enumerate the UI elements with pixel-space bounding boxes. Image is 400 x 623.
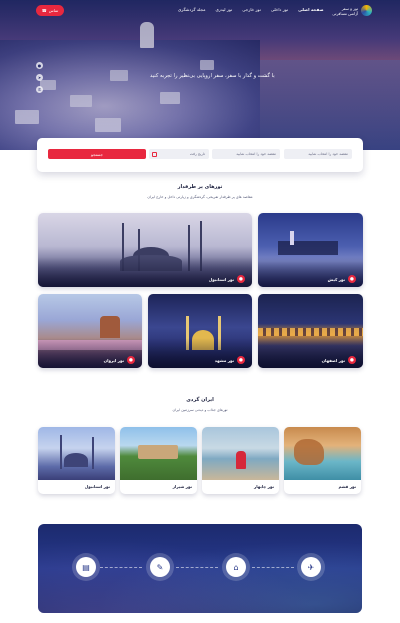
location-pin-icon: ● <box>348 275 356 283</box>
location-pin-icon: ● <box>127 356 135 364</box>
iran-card-chabahar[interactable]: تور چابهار <box>202 427 279 494</box>
tour-card-label: تور ایروان <box>103 358 124 363</box>
telegram-icon[interactable]: ➤ <box>36 74 43 81</box>
tour-card-yerevan[interactable]: تور ایروان ● <box>38 294 142 368</box>
origin-select[interactable]: مقصد خود را انتخاب نمایید <box>284 149 352 159</box>
iran-card-label: تور چابهار <box>253 484 274 489</box>
plane-icon: ✈ <box>301 557 321 577</box>
step-passport: ▤ <box>72 553 100 581</box>
location-pin-icon: ● <box>348 356 356 364</box>
phone-icon: ☎ <box>41 8 47 13</box>
nav-item-foreign[interactable]: تور خارجی <box>242 7 261 12</box>
call-button[interactable]: ☎ تماس <box>36 5 64 16</box>
logo-subtitle: آژانس مسافرتی <box>332 10 358 16</box>
popular-title: تورهای پر طرفدار <box>177 184 223 190</box>
logo-icon <box>361 5 372 16</box>
step-hotel: ⌂ <box>222 553 250 581</box>
iran-card-qeshm[interactable]: تور قشم <box>284 427 361 494</box>
tour-card-isfahan[interactable]: تور اصفهان ● <box>258 294 363 368</box>
hero-banner: ☎ تماس صفحه اصلی تور داخلی تور خارجی تور… <box>0 0 400 150</box>
hero-caption: با گشت و گذار با سفر، سفر اروپایی بی‌نظی… <box>150 73 275 79</box>
tour-card-label: تور کیش <box>327 277 345 282</box>
location-pin-icon: ● <box>237 275 245 283</box>
search-button[interactable]: جستجو <box>48 149 146 159</box>
ticket-icon: ✎ <box>150 557 170 577</box>
iran-card-label: تور شیراز <box>172 484 192 489</box>
tour-card-label: تور اصفهان <box>321 358 345 363</box>
date-field[interactable]: تاریخ رفت <box>149 149 209 159</box>
location-pin-icon: ● <box>237 356 245 364</box>
step-ticket: ✎ <box>146 553 174 581</box>
iran-card-label: تور قشم <box>338 484 356 489</box>
popular-subtitle: مقاصد های پر طرفدار تفریحی، گردشگری و زی… <box>147 195 253 199</box>
iran-card-label: تور استانبول <box>84 484 110 489</box>
iran-card-istanbul[interactable]: تور استانبول <box>38 427 115 494</box>
nav-item-magazine[interactable]: مجله گردشگری <box>178 7 206 12</box>
instagram-icon[interactable]: ● <box>36 62 43 69</box>
tour-card-label: تور مشهد <box>214 358 234 363</box>
call-button-label: تماس <box>48 8 59 13</box>
tour-card-mashhad[interactable]: تور مشهد ● <box>148 294 252 368</box>
tour-search-box: مقصد خود را انتخاب نمایید مقصد خود را ان… <box>37 138 363 172</box>
hotel-icon: ⌂ <box>226 557 246 577</box>
nav-item-domestic[interactable]: تور داخلی <box>271 7 288 12</box>
iran-subtitle: تورهای جذاب و دیدنی سرزمین ایران <box>172 408 228 412</box>
passport-icon: ▤ <box>76 557 96 577</box>
nav-item-leader[interactable]: تور لیدری <box>216 7 233 12</box>
top-navbar: ☎ تماس صفحه اصلی تور داخلی تور خارجی تور… <box>0 0 400 22</box>
tour-card-label: تور استانبول <box>208 277 234 282</box>
site-logo[interactable]: تور و سفر آژانس مسافرتی <box>312 3 372 18</box>
tour-card-kish[interactable]: تور کیش ● <box>258 213 363 287</box>
iran-title: ایران گردی <box>186 397 214 403</box>
calendar-icon <box>152 151 157 157</box>
step-plane: ✈ <box>297 553 325 581</box>
tour-card-istanbul[interactable]: تور استانبول ● <box>38 213 252 287</box>
social-links: ● ➤ ✆ <box>36 62 43 93</box>
destination-select[interactable]: مقصد خود را انتخاب نمایید <box>212 149 280 159</box>
whatsapp-icon[interactable]: ✆ <box>36 86 43 93</box>
main-nav: صفحه اصلی تور داخلی تور خارجی تور لیدری … <box>178 7 324 12</box>
iran-card-shiraz[interactable]: تور شیراز <box>120 427 197 494</box>
